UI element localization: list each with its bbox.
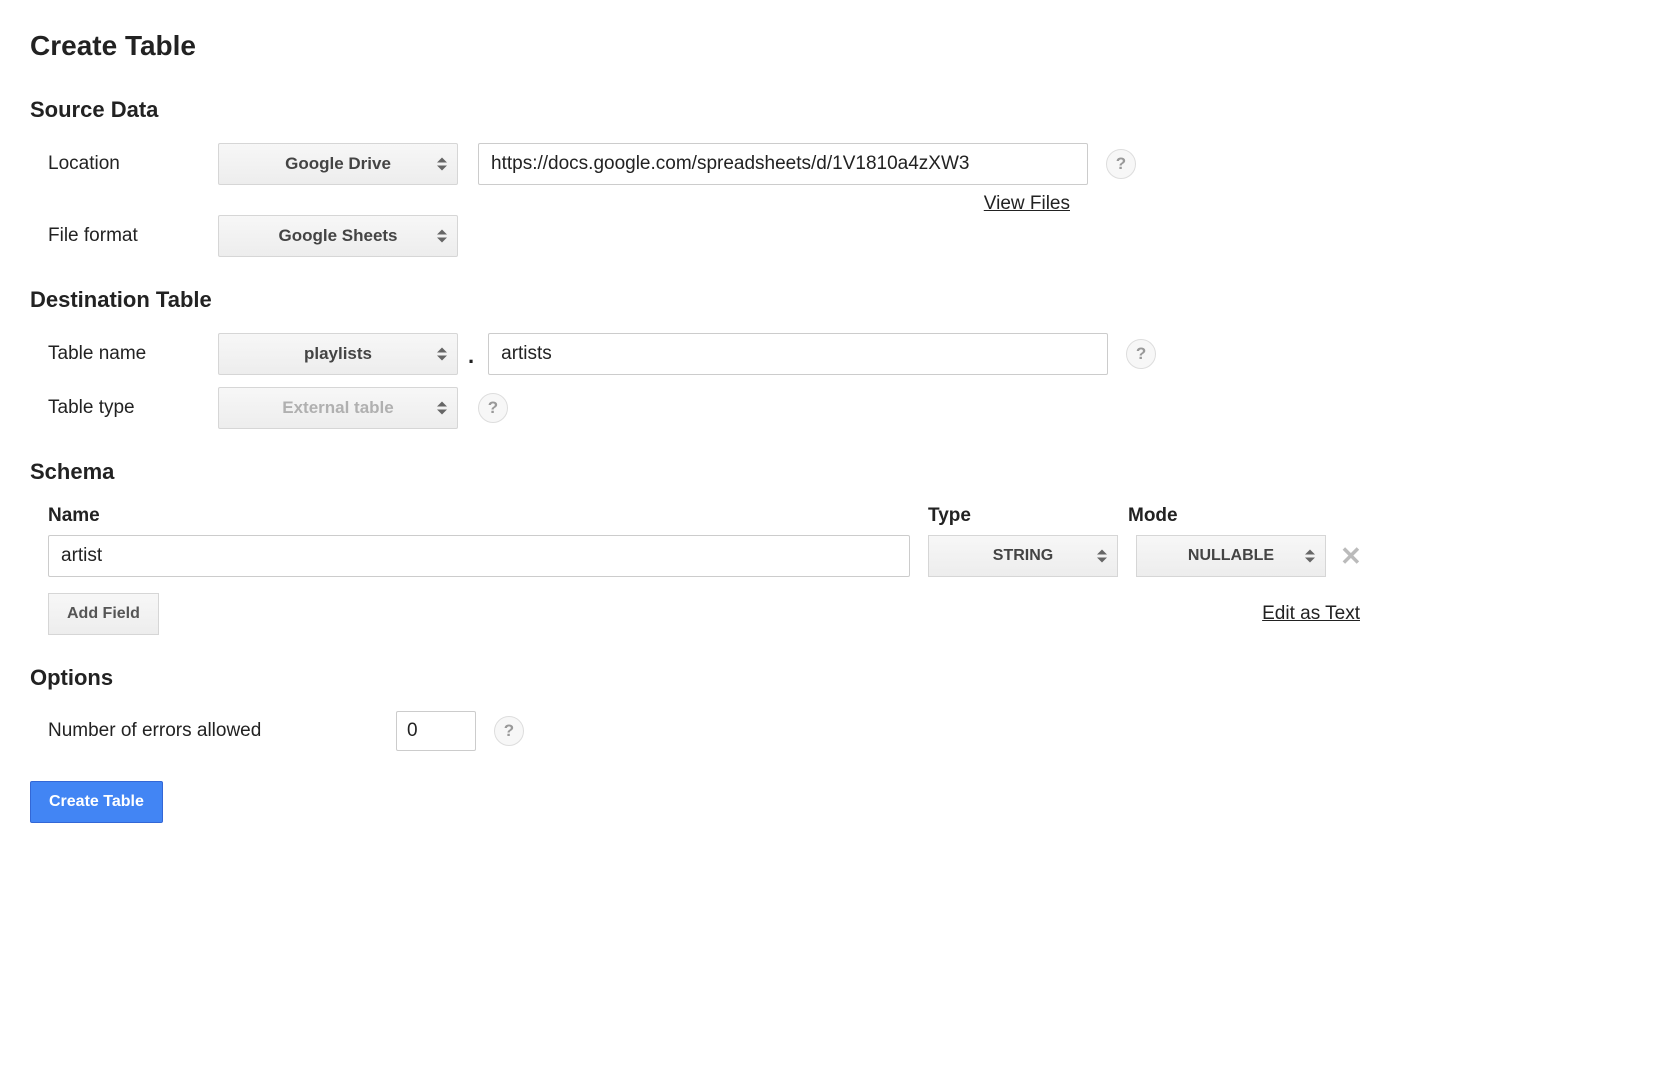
file-format-select[interactable]: Google Sheets bbox=[218, 215, 458, 257]
updown-icon bbox=[437, 348, 447, 361]
location-label: Location bbox=[48, 153, 218, 175]
help-icon[interactable]: ? bbox=[1126, 339, 1156, 369]
source-url-input[interactable] bbox=[478, 143, 1088, 185]
dataset-select-value: playlists bbox=[304, 344, 372, 364]
schema-type-value: STRING bbox=[993, 547, 1053, 565]
help-icon[interactable]: ? bbox=[494, 716, 524, 746]
table-name-label: Table name bbox=[48, 343, 218, 365]
errors-allowed-input[interactable] bbox=[396, 711, 476, 751]
view-files-link[interactable]: View Files bbox=[984, 193, 1070, 215]
help-icon[interactable]: ? bbox=[1106, 149, 1136, 179]
updown-icon bbox=[437, 402, 447, 415]
updown-icon bbox=[1305, 550, 1315, 563]
location-select-value: Google Drive bbox=[285, 154, 391, 174]
table-type-select: External table bbox=[218, 387, 458, 429]
dataset-select[interactable]: playlists bbox=[218, 333, 458, 375]
page-title: Create Table bbox=[30, 30, 1644, 62]
schema-heading: Schema bbox=[30, 459, 1644, 485]
file-format-label: File format bbox=[48, 225, 218, 247]
table-type-select-value: External table bbox=[282, 398, 394, 418]
schema-type-header: Type bbox=[928, 505, 1128, 527]
help-icon[interactable]: ? bbox=[478, 393, 508, 423]
schema-name-input[interactable] bbox=[48, 535, 910, 577]
schema-mode-header: Mode bbox=[1128, 505, 1328, 527]
updown-icon bbox=[437, 158, 447, 171]
schema-name-header: Name bbox=[48, 505, 928, 527]
edit-as-text-link[interactable]: Edit as Text bbox=[1262, 603, 1360, 625]
add-field-button[interactable]: Add Field bbox=[48, 593, 159, 635]
file-format-select-value: Google Sheets bbox=[278, 226, 397, 246]
destination-table-heading: Destination Table bbox=[30, 287, 1644, 313]
errors-allowed-label: Number of errors allowed bbox=[48, 720, 328, 742]
create-table-button[interactable]: Create Table bbox=[30, 781, 163, 823]
remove-field-icon[interactable]: ✕ bbox=[1340, 541, 1362, 572]
schema-type-select[interactable]: STRING bbox=[928, 535, 1118, 577]
schema-mode-value: NULLABLE bbox=[1188, 547, 1274, 565]
schema-mode-select[interactable]: NULLABLE bbox=[1136, 535, 1326, 577]
source-data-heading: Source Data bbox=[30, 97, 1644, 123]
dot-separator: . bbox=[468, 343, 474, 375]
table-type-label: Table type bbox=[48, 397, 218, 419]
table-name-input[interactable] bbox=[488, 333, 1108, 375]
options-heading: Options bbox=[30, 665, 1644, 691]
updown-icon bbox=[437, 230, 447, 243]
updown-icon bbox=[1097, 550, 1107, 563]
location-select[interactable]: Google Drive bbox=[218, 143, 458, 185]
schema-field-row: STRING NULLABLE ✕ bbox=[30, 535, 1644, 577]
